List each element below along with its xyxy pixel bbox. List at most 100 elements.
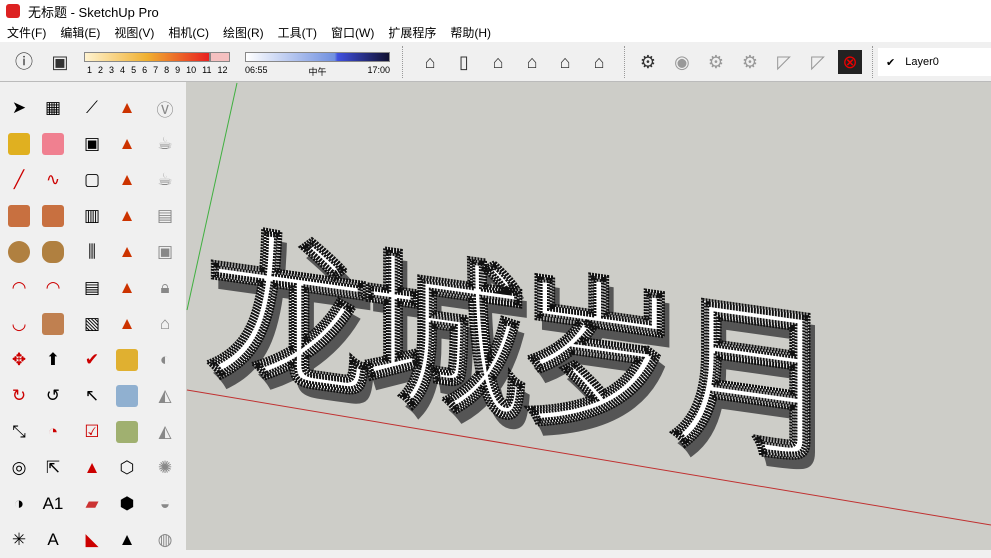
circle-icon[interactable]	[2, 234, 36, 270]
shadows-toggle-icon[interactable]: ▣	[48, 50, 72, 74]
tool-icon[interactable]: ▣	[75, 126, 109, 162]
tool-icon[interactable]: ▰	[75, 486, 109, 522]
tool-icon[interactable]: ▤	[75, 270, 109, 306]
section-cuts-icon[interactable]: ⊗	[838, 50, 862, 74]
follow-me-icon[interactable]: ↺	[36, 378, 70, 414]
model-info-icon[interactable]: ⓘ	[12, 50, 36, 74]
tool-icon[interactable]: ▲	[110, 270, 144, 306]
rotated-rectangle-icon[interactable]	[36, 198, 70, 234]
tool-icon[interactable]: Ⓥ	[148, 90, 182, 126]
top-view-icon[interactable]: ▯	[452, 50, 476, 74]
tool-icon[interactable]: ▲	[110, 198, 144, 234]
tool-icon[interactable]: ☑	[75, 414, 109, 450]
tool-icon[interactable]: ⟋	[75, 90, 109, 126]
menu-window[interactable]: 窗口(W)	[324, 24, 381, 41]
tool-icon[interactable]: ◍	[148, 522, 182, 558]
three-point-arc-icon[interactable]: ◡	[2, 306, 36, 342]
back-view-icon[interactable]: ⌂	[553, 50, 577, 74]
tool-icon[interactable]: ▲	[110, 234, 144, 270]
tool-icon[interactable]: ◭	[148, 414, 182, 450]
tool-icon[interactable]: ▲	[75, 450, 109, 486]
tool-icon[interactable]: ▲	[110, 522, 144, 558]
window-title: 无标题 - SketchUp Pro	[28, 4, 159, 20]
tool-icon[interactable]: ◒	[148, 486, 182, 522]
tool-icon[interactable]: ⬡	[110, 450, 144, 486]
section-fill-icon[interactable]: ◸	[806, 50, 830, 74]
tool-icon[interactable]	[110, 378, 144, 414]
eraser-icon[interactable]	[36, 126, 70, 162]
component-icon[interactable]: ▦	[36, 90, 70, 126]
tool-icon[interactable]: ▲	[110, 90, 144, 126]
text-icon[interactable]: A1	[36, 486, 70, 522]
menu-extensions[interactable]: 扩展程序	[381, 24, 443, 41]
layer-selector[interactable]: ✔ Layer0	[878, 48, 991, 76]
push-pull-icon[interactable]: ⬆	[36, 342, 70, 378]
dimension-icon[interactable]: ⇱	[36, 450, 70, 486]
tool-icon[interactable]: ▥	[75, 198, 109, 234]
iso-view-icon[interactable]: ⌂	[418, 50, 442, 74]
polygon-icon[interactable]	[36, 234, 70, 270]
menu-view[interactable]: 视图(V)	[107, 24, 161, 41]
month-labels: 1 2 3 4 5 6 7 8 9 10 11 12	[87, 65, 228, 75]
rectangle-icon[interactable]	[2, 198, 36, 234]
two-point-arc-icon[interactable]: ◠	[36, 270, 70, 306]
scale-icon[interactable]: ⤡	[2, 414, 36, 450]
menu-tools[interactable]: 工具(T)	[271, 24, 324, 41]
menu-file[interactable]: 文件(F)	[0, 24, 53, 41]
tool-icon[interactable]: ◭	[148, 378, 182, 414]
tool-icon[interactable]: ▣	[148, 234, 182, 270]
look-around-icon[interactable]: ◉	[670, 50, 694, 74]
tool-icon[interactable]: ▲	[110, 126, 144, 162]
month-slider-thumb[interactable]	[210, 52, 230, 62]
teapot-icon[interactable]: ☕	[148, 126, 182, 162]
select-icon[interactable]: ➤	[2, 90, 36, 126]
freehand-icon[interactable]: ∿	[36, 162, 70, 198]
tool-icon[interactable]: ⫼	[75, 234, 109, 270]
rotate-icon[interactable]: ↻	[2, 378, 36, 414]
tape-measure-icon[interactable]: ◎	[2, 450, 36, 486]
tool-icon[interactable]: ✔	[75, 342, 109, 378]
tool-icon[interactable]: ▤	[148, 198, 182, 234]
arc-icon[interactable]: ◠	[2, 270, 36, 306]
axes-icon[interactable]: ✳	[2, 522, 36, 558]
time-start: 06:55	[245, 65, 268, 75]
3d-viewport[interactable]: 龙城岁月 龙城岁月	[186, 82, 991, 550]
tool-icon[interactable]: ☕	[148, 162, 182, 198]
front-view-icon[interactable]: ⌂	[486, 50, 510, 74]
move-icon[interactable]: ✥	[2, 342, 36, 378]
protractor-icon[interactable]: ◑	[2, 486, 36, 522]
right-view-icon[interactable]: ⌂	[520, 50, 544, 74]
offset-icon[interactable]: ◔	[36, 414, 70, 450]
tool-icon[interactable]: ↖	[75, 378, 109, 414]
camera-icon[interactable]: ⚙	[738, 50, 762, 74]
lock-icon[interactable]: 🔒︎	[148, 270, 182, 306]
tool-icon[interactable]	[110, 342, 144, 378]
tool-icon[interactable]: ▲	[110, 306, 144, 342]
menu-camera[interactable]: 相机(C)	[161, 24, 216, 41]
left-view-icon[interactable]: ⌂	[587, 50, 611, 74]
tool-icon[interactable]: ✺	[148, 450, 182, 486]
month-slider[interactable]	[84, 52, 210, 62]
line-icon[interactable]: ╱	[2, 162, 36, 198]
tool-icon[interactable]: ⬢	[110, 486, 144, 522]
section-plane-icon[interactable]: ◸	[772, 50, 796, 74]
tool-icon[interactable]: ◐	[148, 342, 182, 378]
paint-bucket-icon[interactable]	[2, 126, 36, 162]
tool-icon[interactable]: ▧	[75, 306, 109, 342]
tool-icon[interactable]: ◣	[75, 522, 109, 558]
tool-icon[interactable]: ⌂	[148, 306, 182, 342]
walk-icon[interactable]: ⚙	[704, 50, 728, 74]
time-mid: 中午	[308, 67, 327, 77]
tool-icon[interactable]	[110, 414, 144, 450]
month-label: 5	[131, 65, 137, 75]
position-camera-icon[interactable]: ⚙	[636, 50, 660, 74]
tool-icon[interactable]: ▢	[75, 162, 109, 198]
menu-edit[interactable]: 编辑(E)	[53, 24, 107, 41]
month-label: 11	[202, 65, 212, 75]
time-slider[interactable]	[245, 52, 390, 62]
3d-text-icon[interactable]: A	[36, 522, 70, 558]
menu-draw[interactable]: 绘图(R)	[216, 24, 271, 41]
tool-icon[interactable]: ▲	[110, 162, 144, 198]
menu-help[interactable]: 帮助(H)	[443, 24, 498, 41]
pie-icon[interactable]	[36, 306, 70, 342]
